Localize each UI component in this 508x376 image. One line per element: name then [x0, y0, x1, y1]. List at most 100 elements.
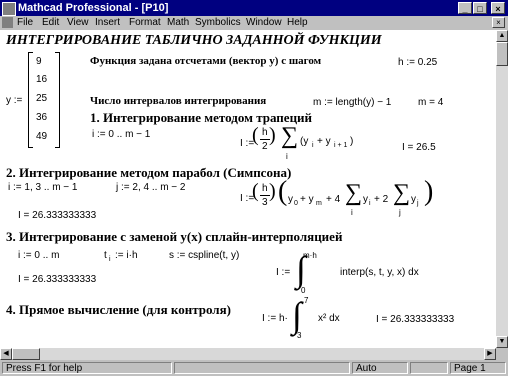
integral-sign: ∫: [292, 295, 302, 335]
sum-sign-j: ∑: [393, 180, 411, 206]
title-bar: Mathcad Professional - [P10] _ □ ×: [0, 0, 508, 16]
horizontal-scroll-thumb[interactable]: [12, 348, 40, 360]
vertical-scroll-thumb[interactable]: [496, 42, 508, 66]
menu-symbolics[interactable]: Symbolics: [195, 17, 241, 28]
menu-window[interactable]: Window: [246, 17, 282, 28]
sum-index-j: j: [399, 208, 401, 217]
sec2-plus-2: + 2: [374, 194, 389, 205]
m-result: m = 4: [418, 97, 444, 108]
menu-edit[interactable]: Edit: [42, 17, 59, 28]
menu-help[interactable]: Help: [287, 17, 308, 28]
sec2-yj: y: [411, 194, 416, 205]
minimize-button[interactable]: _: [458, 2, 472, 14]
intervals-description: Число интервалов интегрирования: [90, 95, 267, 107]
status-bar: Press F1 for help Auto Page 1: [0, 360, 508, 376]
sec1-term-b: + y: [317, 136, 331, 147]
status-page: Page 1: [450, 362, 506, 374]
sub-i: i: [109, 256, 111, 263]
close-button[interactable]: ×: [491, 2, 505, 14]
sub-i: i: [312, 142, 314, 149]
func-description: Функция задана отсчетами (вектор y) с ша…: [90, 55, 322, 67]
scroll-up-arrow-icon[interactable]: ▲: [496, 30, 508, 42]
vertical-scrollbar[interactable]: ▲ ▼: [496, 30, 508, 348]
scroll-right-arrow-icon[interactable]: ▶: [484, 348, 496, 360]
sum-sign: ∑: [281, 123, 299, 149]
sub-j: j: [417, 200, 419, 207]
status-blank: [410, 362, 448, 374]
paren-close: ): [350, 136, 354, 147]
sec3-t[interactable]: t: [104, 250, 107, 261]
y-value: 36: [36, 112, 48, 123]
integral-upper: m·h: [303, 251, 317, 260]
sec3-result: I = 26.333333333: [18, 274, 97, 285]
page-heading: ИНТЕГРИРОВАНИЕ ТАБЛИЧНО ЗАДАННОЙ ФУНКЦИИ: [6, 33, 382, 48]
section-4-title: 4. Прямое вычисление (для контроля): [6, 302, 231, 317]
sec2-result: I = 26.333333333: [18, 210, 97, 221]
sec2-j-range[interactable]: j := 2, 4 .. m − 2: [116, 182, 185, 193]
y-value: 25: [36, 93, 48, 104]
y-value: 9: [36, 56, 42, 67]
menu-bar: File Edit View Insert Format Math Symbol…: [0, 16, 508, 30]
sec3-spline[interactable]: s := cspline(t, y): [169, 250, 239, 261]
sec2-plus-4: + 4: [326, 194, 341, 205]
worksheet[interactable]: ИНТЕГРИРОВАНИЕ ТАБЛИЧНО ЗАДАННОЙ ФУНКЦИИ…: [0, 30, 496, 348]
scroll-left-arrow-icon[interactable]: ◀: [0, 348, 12, 360]
menu-file[interactable]: File: [17, 17, 33, 28]
section-1-title: 1. Интегрирование методом трапеций: [90, 110, 313, 125]
sec1-h: h: [262, 127, 268, 138]
status-empty: [174, 362, 350, 374]
sec1-2: 2: [262, 141, 268, 152]
sec3-i-range[interactable]: i := 0 .. m: [18, 250, 59, 261]
sum-index-i: i: [351, 208, 353, 217]
sec3-integrand: interp(s, t, y, x) dx: [340, 267, 419, 278]
sum-sign-i: ∑: [345, 180, 363, 206]
paren-close: ): [269, 180, 276, 202]
scroll-down-arrow-icon[interactable]: ▼: [496, 336, 508, 348]
status-help-text: Press F1 for help: [2, 362, 172, 374]
matrix-left-bracket: [28, 52, 33, 148]
maximize-button[interactable]: □: [473, 2, 487, 14]
menu-view[interactable]: View: [67, 17, 89, 28]
paren-open: (: [252, 180, 259, 202]
sec2-plus-ym: + y: [300, 194, 314, 205]
sec1-result: I = 26.5: [402, 142, 436, 153]
sec2-h: h: [262, 183, 268, 194]
sub-i: i: [369, 200, 371, 207]
section-3-title: 3. Интегрирование с заменой y(x) сплайн-…: [6, 229, 343, 244]
big-paren-open: (: [278, 176, 288, 207]
matrix-right-bracket: [55, 52, 60, 148]
sum-index: i: [286, 152, 288, 161]
sec1-term-a: (y: [300, 136, 309, 147]
sub-0: 0: [294, 200, 298, 207]
menu-format[interactable]: Format: [129, 17, 161, 28]
m-definition[interactable]: m := length(y) − 1: [313, 97, 391, 108]
sec2-y0: y: [288, 194, 293, 205]
y-value: 16: [36, 74, 48, 85]
window-title: Mathcad Professional - [P10]: [18, 2, 169, 14]
integral-upper: 7: [304, 296, 309, 305]
sec3-I-label: I :=: [276, 267, 291, 278]
big-paren-close: ): [424, 176, 434, 207]
horizontal-scrollbar[interactable]: ◀ ▶: [0, 348, 496, 360]
section-2-title: 2. Интегрирование методом парабол (Симпс…: [6, 165, 292, 180]
sec4-I-label: I := h·: [262, 313, 288, 324]
status-auto: Auto: [352, 362, 408, 374]
sec1-range[interactable]: i := 0 .. m − 1: [92, 129, 150, 140]
sec4-result: I = 26.333333333: [376, 314, 455, 325]
scroll-corner: [496, 348, 508, 360]
paren-open: (: [252, 124, 259, 146]
sec2-yi: y: [363, 194, 368, 205]
paren-close: ): [269, 124, 276, 146]
h-definition[interactable]: h := 0.25: [398, 57, 437, 68]
sub-i1: i + 1: [334, 142, 348, 149]
sec2-3: 3: [262, 197, 268, 208]
mathcad-app-icon[interactable]: [2, 2, 16, 16]
y-label: y :=: [6, 95, 23, 106]
sub-m: m: [316, 200, 322, 207]
document-icon[interactable]: [2, 17, 13, 28]
sec2-i-range[interactable]: i := 1, 3 .. m − 1: [8, 182, 77, 193]
menu-insert[interactable]: Insert: [95, 17, 120, 28]
doc-close-button[interactable]: ×: [492, 17, 505, 28]
menu-math[interactable]: Math: [167, 17, 189, 28]
sec3-t-def[interactable]: := i·h: [115, 250, 138, 261]
